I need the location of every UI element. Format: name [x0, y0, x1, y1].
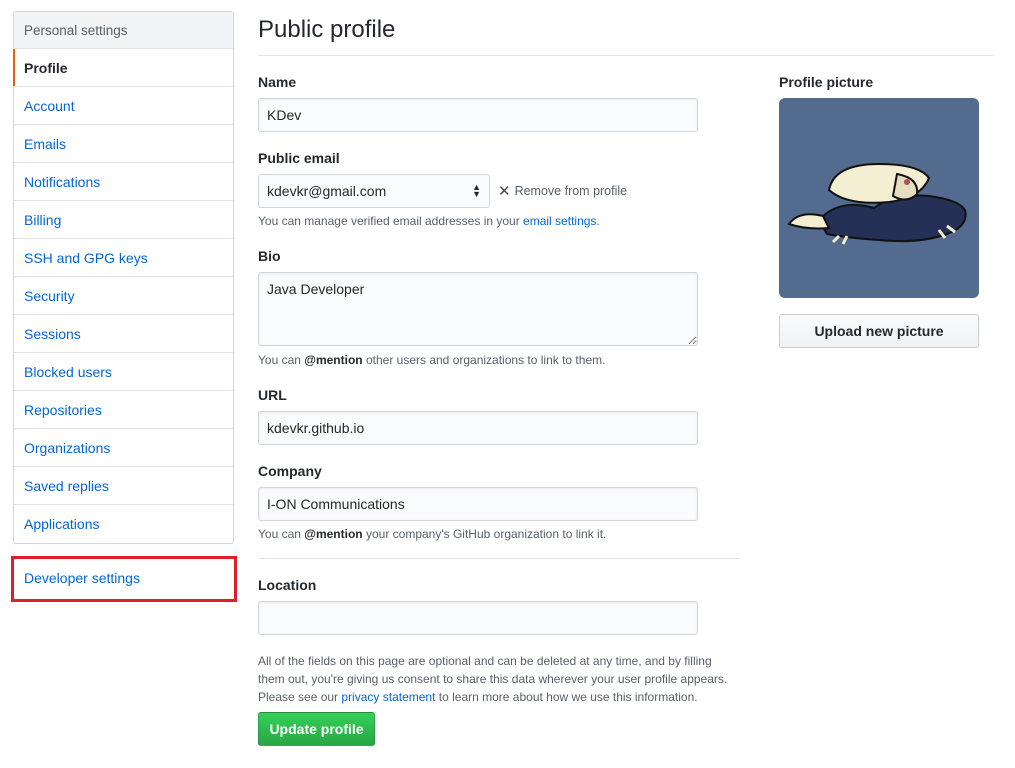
name-label: Name	[258, 74, 297, 90]
sidebar-item-organizations[interactable]: Organizations	[14, 429, 233, 467]
bio-note-suffix: other users and organizations to link to…	[362, 353, 606, 367]
bio-note-mention: @mention	[304, 353, 363, 367]
bio-note-prefix: You can	[258, 353, 305, 367]
profile-picture-label: Profile picture	[779, 74, 874, 90]
upload-picture-button[interactable]: Upload new picture	[779, 314, 979, 348]
sidebar-item-account[interactable]: Account	[14, 87, 233, 125]
sidebar-item-notifications[interactable]: Notifications	[14, 163, 233, 201]
url-input[interactable]	[258, 411, 698, 445]
bio-textarea[interactable]: Java Developer	[258, 272, 698, 346]
name-input[interactable]	[258, 98, 698, 132]
update-profile-button[interactable]: Update profile	[258, 712, 375, 746]
sidebar-item-sessions[interactable]: Sessions	[14, 315, 233, 353]
company-label: Company	[258, 463, 322, 479]
sidebar-item-blocked-users[interactable]: Blocked users	[14, 353, 233, 391]
avatar-illustration	[787, 162, 967, 245]
title-divider	[258, 55, 993, 56]
sidebar-item-emails[interactable]: Emails	[14, 125, 233, 163]
section-divider	[258, 558, 740, 559]
settings-sidebar: Personal settings Profile Account Emails…	[13, 11, 234, 544]
email-note-text: You can manage verified email addresses …	[258, 214, 524, 228]
sidebar-item-repositories[interactable]: Repositories	[14, 391, 233, 429]
sidebar-header: Personal settings	[14, 12, 233, 49]
sidebar-item-billing[interactable]: Billing	[14, 201, 233, 239]
sidebar-item-applications[interactable]: Applications	[14, 505, 233, 543]
company-note: You can @mention your company's GitHub o…	[258, 527, 606, 541]
avatar	[779, 98, 979, 298]
sidebar-item-security[interactable]: Security	[14, 277, 233, 315]
public-email-value: kdevkr@gmail.com	[267, 183, 387, 199]
location-input[interactable]	[258, 601, 698, 635]
privacy-statement-link[interactable]: privacy statement	[341, 690, 435, 704]
company-note-suffix: your company's GitHub organization to li…	[362, 527, 607, 541]
public-email-label: Public email	[258, 150, 340, 166]
company-note-prefix: You can	[258, 527, 305, 541]
remove-email-label: Remove from profile	[514, 184, 628, 198]
email-settings-link[interactable]: email settings	[523, 214, 596, 228]
sidebar-item-profile[interactable]: Profile	[13, 49, 233, 87]
select-arrows-icon: ▲ ▼	[472, 182, 481, 199]
company-note-mention: @mention	[304, 527, 363, 541]
public-email-select[interactable]: kdevkr@gmail.com ▲ ▼	[258, 174, 490, 208]
bio-label: Bio	[258, 248, 281, 264]
remove-email-button[interactable]: ✕ Remove from profile	[498, 182, 627, 200]
page-title: Public profile	[258, 16, 396, 43]
location-label: Location	[258, 577, 317, 593]
privacy-notice-suffix: to learn more about how we use this info…	[435, 690, 698, 704]
email-note-suffix: .	[596, 214, 600, 228]
url-label: URL	[258, 387, 287, 403]
sidebar-item-ssh-gpg-keys[interactable]: SSH and GPG keys	[14, 239, 233, 277]
email-note: You can manage verified email addresses …	[258, 214, 600, 228]
sidebar-item-developer-settings[interactable]: Developer settings	[24, 570, 140, 586]
privacy-notice: All of the fields on this page are optio…	[258, 652, 738, 706]
sidebar-item-saved-replies[interactable]: Saved replies	[14, 467, 233, 505]
bio-note: You can @mention other users and organiz…	[258, 353, 605, 367]
company-input[interactable]	[258, 487, 698, 521]
close-icon: ✕	[498, 183, 511, 200]
